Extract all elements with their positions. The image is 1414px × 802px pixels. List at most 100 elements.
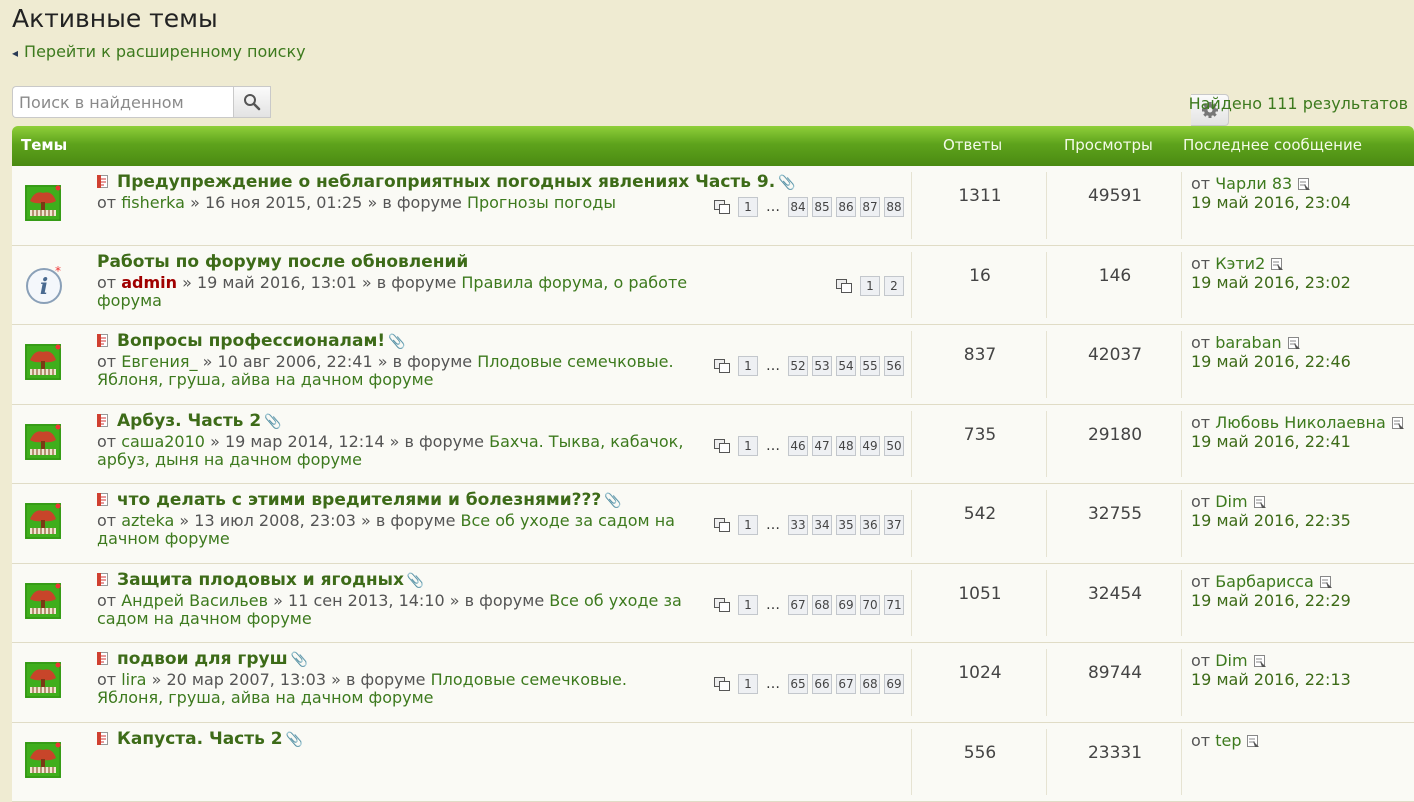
topic-author-link[interactable]: lira bbox=[121, 670, 146, 689]
topic-date: 13 июл 2008, 23:03 bbox=[194, 511, 356, 530]
view-count: 89744 bbox=[1055, 663, 1175, 683]
page-link[interactable]: 69 bbox=[836, 595, 856, 615]
page-link[interactable]: 47 bbox=[812, 436, 832, 456]
topic-author-link[interactable]: admin bbox=[121, 273, 177, 292]
column-views: Просмотры bbox=[1064, 136, 1153, 154]
last-post-author-link[interactable]: tep bbox=[1215, 731, 1241, 750]
page-link[interactable]: 67 bbox=[788, 595, 808, 615]
page-link[interactable]: 87 bbox=[860, 197, 880, 217]
pages-icon bbox=[836, 279, 852, 293]
pages-icon bbox=[714, 439, 730, 453]
page-link[interactable]: 1 bbox=[738, 674, 758, 694]
page-link[interactable]: 84 bbox=[788, 197, 808, 217]
topic-title-link[interactable]: что делать с этими вредителями и болезня… bbox=[117, 490, 601, 510]
page-link[interactable]: 1 bbox=[738, 595, 758, 615]
page-link[interactable]: 70 bbox=[860, 595, 880, 615]
last-post-date: 19 май 2016, 22:46 bbox=[1191, 352, 1351, 371]
topic-meta: от саша2010 » 19 мар 2014, 12:14 » в фор… bbox=[97, 433, 697, 469]
page-link[interactable]: 33 bbox=[788, 515, 808, 535]
last-post: от tep bbox=[1191, 731, 1259, 750]
topic-meta: от fisherka » 16 ноя 2015, 01:25 » в фор… bbox=[97, 194, 697, 212]
topic-meta: от Евгения_ » 10 авг 2006, 22:41 » в фор… bbox=[97, 353, 697, 389]
reply-count: 1051 bbox=[920, 584, 1040, 604]
page-link[interactable]: 65 bbox=[788, 674, 808, 694]
page-link[interactable]: 88 bbox=[884, 197, 904, 217]
page-link[interactable]: 86 bbox=[836, 197, 856, 217]
goto-last-post-icon[interactable] bbox=[1254, 655, 1266, 667]
last-post-author-link[interactable]: Чарли 83 bbox=[1215, 174, 1292, 193]
last-post-author-link[interactable]: Dim bbox=[1215, 651, 1247, 670]
page-link[interactable]: 1 bbox=[860, 276, 880, 296]
page-link[interactable]: 54 bbox=[836, 356, 856, 376]
page-link[interactable]: 71 bbox=[884, 595, 904, 615]
page-link[interactable]: 37 bbox=[884, 515, 904, 535]
topic-title-link[interactable]: Предупреждение о неблагоприятных погодны… bbox=[117, 172, 775, 192]
page-link[interactable]: 46 bbox=[788, 436, 808, 456]
last-post-author-link[interactable]: Барбарисса bbox=[1215, 572, 1314, 591]
goto-last-post-icon[interactable] bbox=[1288, 337, 1300, 349]
page-link[interactable]: 85 bbox=[812, 197, 832, 217]
last-post-author-link[interactable]: baraban bbox=[1215, 333, 1281, 352]
topic-author-link[interactable]: саша2010 bbox=[121, 432, 205, 451]
topic-author-link[interactable]: azteka bbox=[121, 511, 174, 530]
view-count: 146 bbox=[1055, 266, 1175, 286]
topic-row: Вопросы профессионалам!📎от Евгения_ » 10… bbox=[12, 325, 1414, 405]
topic-row: i*Работы по форуму после обновленийот ad… bbox=[12, 246, 1414, 326]
topic-title-link[interactable]: Капуста. Часть 2 bbox=[117, 729, 283, 749]
topic-author-link[interactable]: fisherka bbox=[121, 193, 185, 212]
topic-forum-link[interactable]: Прогнозы погоды bbox=[467, 193, 616, 212]
goto-last-post-icon[interactable] bbox=[1271, 258, 1283, 270]
page-link[interactable]: 68 bbox=[860, 674, 880, 694]
page-link[interactable]: 36 bbox=[860, 515, 880, 535]
topic-status-icon bbox=[97, 175, 109, 188]
page-link[interactable]: 34 bbox=[812, 515, 832, 535]
page-link[interactable]: 68 bbox=[812, 595, 832, 615]
topic-title-link[interactable]: Работы по форуму после обновлений bbox=[97, 252, 468, 272]
page-link[interactable]: 52 bbox=[788, 356, 808, 376]
attachment-icon: 📎 bbox=[407, 573, 424, 589]
forum-tree-icon bbox=[25, 185, 61, 221]
last-post-author-link[interactable]: Dim bbox=[1215, 492, 1247, 511]
goto-last-post-icon[interactable] bbox=[1320, 576, 1332, 588]
topic-title-line: Вопросы профессионалам!📎 bbox=[97, 331, 406, 351]
topic-title-link[interactable]: подвои для груш bbox=[117, 649, 288, 669]
last-post-author-link[interactable]: Кэти2 bbox=[1215, 254, 1265, 273]
page-link[interactable]: 49 bbox=[860, 436, 880, 456]
page-link[interactable]: 50 bbox=[884, 436, 904, 456]
search-button[interactable] bbox=[233, 86, 271, 118]
last-post-date: 19 май 2016, 23:02 bbox=[1191, 273, 1351, 292]
page-link[interactable]: 48 bbox=[836, 436, 856, 456]
page-link[interactable]: 55 bbox=[860, 356, 880, 376]
goto-last-post-icon[interactable] bbox=[1247, 735, 1259, 747]
search-input[interactable] bbox=[12, 86, 233, 118]
topics-table-header: Темы Ответы Просмотры Последнее сообщени… bbox=[12, 126, 1414, 166]
advanced-search-link[interactable]: ◂Перейти к расширенному поиску bbox=[12, 42, 306, 61]
topic-author-link[interactable]: Евгения_ bbox=[121, 352, 197, 371]
page-link[interactable]: 1 bbox=[738, 197, 758, 217]
attachment-icon: 📎 bbox=[286, 732, 303, 748]
page-link[interactable]: 67 bbox=[836, 674, 856, 694]
pages-icon bbox=[714, 359, 730, 373]
goto-last-post-icon[interactable] bbox=[1298, 178, 1310, 190]
attachment-icon: 📎 bbox=[388, 334, 405, 350]
topic-author-link[interactable]: Андрей Васильев bbox=[121, 591, 268, 610]
page-link[interactable]: 35 bbox=[836, 515, 856, 535]
last-post-author-link[interactable]: Любовь Николаевна bbox=[1215, 413, 1386, 432]
page-link[interactable]: 53 bbox=[812, 356, 832, 376]
page-link[interactable]: 1 bbox=[738, 356, 758, 376]
page-link[interactable]: 2 bbox=[884, 276, 904, 296]
page-link[interactable]: 66 bbox=[812, 674, 832, 694]
page-link[interactable]: 1 bbox=[738, 436, 758, 456]
topic-date: 20 мар 2007, 13:03 bbox=[166, 670, 326, 689]
page-link[interactable]: 56 bbox=[884, 356, 904, 376]
last-post: от Кэти219 май 2016, 23:02 bbox=[1191, 254, 1351, 292]
goto-last-post-icon[interactable] bbox=[1254, 496, 1266, 508]
topic-title-link[interactable]: Защита плодовых и ягодных bbox=[117, 570, 404, 590]
topic-title-link[interactable]: Арбуз. Часть 2 bbox=[117, 411, 261, 431]
topic-title-link[interactable]: Вопросы профессионалам! bbox=[117, 331, 385, 351]
topic-title-line: Арбуз. Часть 2📎 bbox=[97, 411, 282, 431]
page-link[interactable]: 1 bbox=[738, 515, 758, 535]
page-link[interactable]: 69 bbox=[884, 674, 904, 694]
goto-last-post-icon[interactable] bbox=[1392, 417, 1404, 429]
topic-row: Защита плодовых и ягодных📎от Андрей Васи… bbox=[12, 564, 1414, 644]
